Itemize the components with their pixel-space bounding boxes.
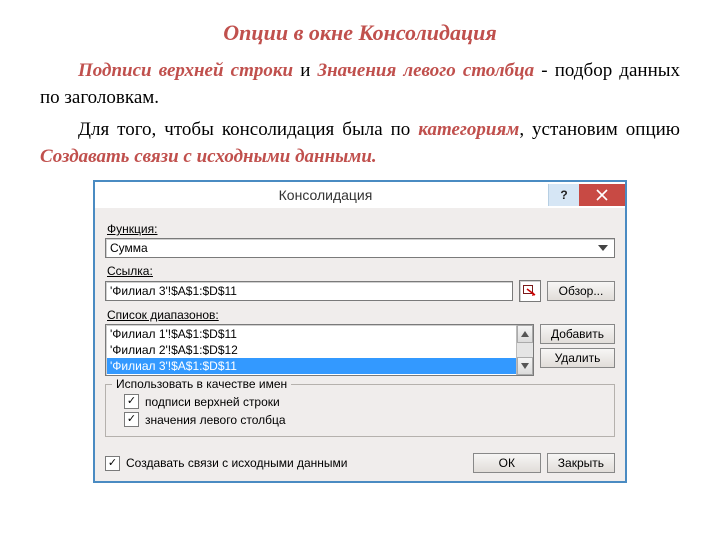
top-row-label: подписи верхней строки bbox=[145, 395, 280, 409]
reference-input[interactable]: 'Филиал 3'!$A$1:$D$11 bbox=[105, 281, 513, 301]
para2-seg2: категориям bbox=[418, 119, 519, 140]
add-button[interactable]: Добавить bbox=[540, 324, 615, 344]
scroll-down-icon[interactable] bbox=[517, 357, 533, 375]
dialog-titlebar[interactable]: Консолидация ? bbox=[95, 182, 625, 208]
scroll-up-icon[interactable] bbox=[517, 325, 533, 343]
para2-seg4: Создавать связи с исходными данными. bbox=[40, 146, 377, 167]
chevron-down-icon bbox=[598, 245, 608, 251]
dialog-title: Консолидация bbox=[103, 187, 548, 203]
para1-seg2: и bbox=[293, 60, 317, 81]
reference-label: Ссылка: bbox=[107, 264, 615, 278]
para2-seg1: Для того, чтобы консолидация была по bbox=[78, 119, 418, 140]
para2-seg3: , установим опцию bbox=[519, 119, 680, 140]
range-picker-icon[interactable] bbox=[519, 280, 541, 302]
create-links-checkbox[interactable] bbox=[105, 456, 120, 471]
create-links-label: Создавать связи с исходными данными bbox=[126, 456, 348, 470]
ranges-listbox[interactable]: 'Филиал 1'!$A$1:$D$11 'Филиал 2'!$A$1:$D… bbox=[105, 324, 534, 376]
group-legend: Использовать в качестве имен bbox=[112, 377, 291, 391]
para1-seg1: Подписи верхней строки bbox=[78, 60, 293, 81]
ranges-label: Список диапазонов: bbox=[107, 308, 615, 322]
close-icon bbox=[596, 189, 608, 201]
function-select[interactable]: Сумма bbox=[105, 238, 615, 258]
help-button[interactable]: ? bbox=[548, 184, 579, 206]
para1-seg3: Значения левого столбца bbox=[317, 60, 534, 81]
close-button[interactable] bbox=[579, 184, 625, 206]
consolidation-dialog: Консолидация ? Функция: Сумма Ссылка: 'Ф… bbox=[93, 180, 627, 483]
close-dialog-button[interactable]: Закрыть bbox=[547, 453, 615, 473]
top-row-checkbox[interactable] bbox=[124, 394, 139, 409]
delete-button[interactable]: Удалить bbox=[540, 348, 615, 368]
list-item[interactable]: 'Филиал 1'!$A$1:$D$11 bbox=[107, 326, 532, 342]
list-item[interactable]: 'Филиал 3'!$A$1:$D$11 bbox=[107, 358, 532, 374]
use-names-group: Использовать в качестве имен подписи вер… bbox=[105, 384, 615, 437]
left-column-label: значения левого столбца bbox=[145, 413, 286, 427]
paragraph-2: Для того, чтобы консолидация была по кат… bbox=[40, 117, 680, 170]
function-value: Сумма bbox=[110, 241, 148, 255]
function-label: Функция: bbox=[107, 222, 615, 236]
browse-button[interactable]: Обзор... bbox=[547, 281, 615, 301]
left-column-checkbox[interactable] bbox=[124, 412, 139, 427]
list-item[interactable]: 'Филиал 2'!$A$1:$D$12 bbox=[107, 342, 532, 358]
listbox-scrollbar[interactable] bbox=[516, 325, 533, 375]
ok-button[interactable]: ОК bbox=[473, 453, 541, 473]
page-title: Опции в окне Консолидация bbox=[40, 20, 680, 46]
paragraph-1: Подписи верхней строки и Значения левого… bbox=[40, 58, 680, 111]
